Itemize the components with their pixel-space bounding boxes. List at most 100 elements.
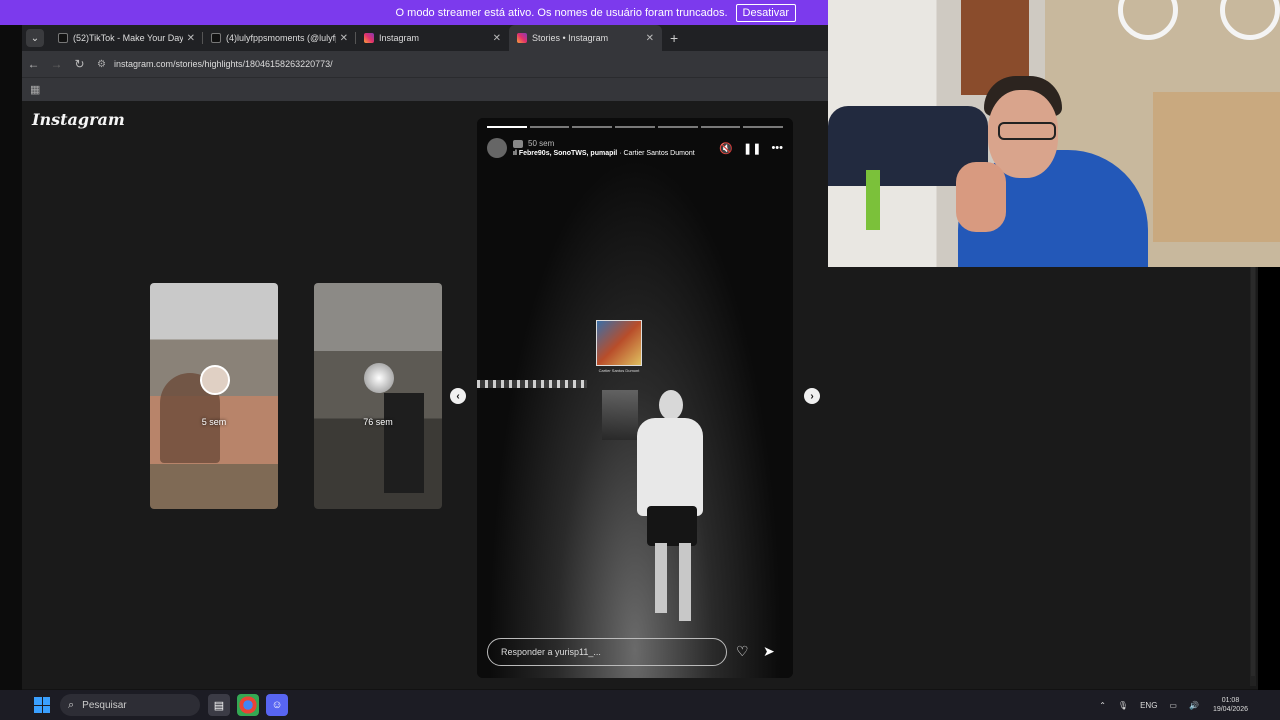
tab-tiktok[interactable]: (52)TikTok - Make Your Day ✕ bbox=[50, 25, 203, 51]
discord-icon[interactable]: ☺ bbox=[266, 694, 288, 716]
streamer-mode-banner: O modo streamer está ativo. Os nomes de … bbox=[0, 0, 828, 25]
reload-icon[interactable]: ↻ bbox=[68, 57, 91, 71]
tab-title: Instagram bbox=[379, 33, 420, 43]
apps-grid-icon[interactable]: ▦ bbox=[30, 83, 40, 96]
share-send-icon[interactable]: ➤ bbox=[763, 643, 775, 660]
tab-title: (52)TikTok - Make Your Day bbox=[73, 33, 183, 43]
tab-tiktok-profile[interactable]: (4)lulyfppsmoments (@lulyfpp... ✕ bbox=[203, 25, 356, 51]
tab-title: (4)lulyfppsmoments (@lulyfpp... bbox=[226, 33, 336, 43]
story-header: 50 sem ıl Febre90s, SonoTWS, pumapil · C… bbox=[487, 135, 783, 161]
music-sticker-caption: Cartier Santos Dumont bbox=[598, 368, 640, 373]
story-progress-segment bbox=[572, 126, 613, 128]
screen-left-border bbox=[0, 25, 22, 690]
next-story-arrow-icon[interactable]: › bbox=[804, 388, 820, 404]
thumbnail-photo-figure bbox=[384, 393, 424, 493]
disable-streamer-mode-button[interactable]: Desativar bbox=[735, 3, 796, 22]
previous-story-arrow-icon[interactable]: ‹ bbox=[450, 388, 466, 404]
screen-right-border bbox=[1258, 267, 1280, 690]
new-tab-icon[interactable]: + bbox=[670, 30, 678, 46]
banner-message: O modo streamer está ativo. Os nomes de … bbox=[395, 6, 728, 19]
page-scrollbar[interactable] bbox=[1250, 266, 1256, 686]
system-tray: ⌃ 🎙 ENG ▭ 🔊 01:08 19/04/2026 bbox=[1087, 696, 1248, 714]
story-progress-segment bbox=[529, 126, 570, 128]
story-person-head bbox=[659, 390, 683, 420]
volume-icon[interactable]: 🔊 bbox=[1189, 701, 1199, 710]
ring-light bbox=[1118, 0, 1178, 40]
search-icon: ⌕ bbox=[68, 698, 75, 711]
reply-input[interactable]: Responder a yurisp11_... bbox=[487, 638, 727, 666]
screen: O modo streamer está ativo. Os nomes de … bbox=[0, 0, 1280, 720]
story-progress-segment bbox=[615, 126, 655, 128]
tiktok-favicon-icon bbox=[58, 33, 68, 43]
streamer-hand bbox=[956, 162, 1006, 232]
truncated-username[interactable] bbox=[513, 139, 523, 148]
story-water-reflection bbox=[602, 390, 638, 440]
story-viewer[interactable]: Cartier Santos Dumont 50 sem ıl Febre90s… bbox=[477, 118, 793, 678]
taskbar-search[interactable]: ⌕ Pesquisar bbox=[60, 694, 200, 716]
story-progress-segment bbox=[700, 126, 741, 128]
clock-date: 19/04/2026 bbox=[1212, 706, 1248, 713]
story-person-leg bbox=[655, 543, 667, 613]
tiktok-favicon-icon bbox=[211, 33, 221, 43]
file-explorer-icon[interactable]: ▤ bbox=[208, 694, 230, 716]
story-thumbnail-previous-1[interactable]: 76 sem bbox=[314, 283, 442, 509]
story-music-title: · Cartier Santos Dumont bbox=[617, 150, 695, 157]
url-bar[interactable]: ⚙ instagram.com/stories/highlights/18046… bbox=[97, 54, 828, 74]
language-indicator[interactable]: ENG bbox=[1140, 701, 1157, 710]
webcam-desk bbox=[1153, 92, 1280, 242]
heart-icon[interactable]: ♡ bbox=[736, 643, 749, 660]
mute-icon[interactable]: 🔇 bbox=[719, 142, 733, 155]
network-icon[interactable]: ▭ bbox=[1169, 701, 1177, 710]
instagram-favicon-icon bbox=[364, 33, 374, 43]
browser-tab-strip: ⌄ (52)TikTok - Make Your Day ✕ (4)lulyfp… bbox=[22, 25, 828, 51]
thumbnail-age-label: 76 sem bbox=[363, 417, 393, 427]
tab-search-dropdown-icon[interactable]: ⌄ bbox=[26, 29, 44, 47]
ring-light bbox=[1220, 0, 1280, 40]
story-meta: 50 sem ıl Febre90s, SonoTWS, pumapil · C… bbox=[513, 139, 709, 157]
story-thumbnail-previous-2[interactable]: 5 sem bbox=[150, 283, 278, 509]
address-toolbar: ← → ↻ ⚙ instagram.com/stories/highlights… bbox=[22, 51, 828, 77]
windows-taskbar: ⌕ Pesquisar ▤ ☺ ⌃ 🎙 ENG ▭ 🔊 01:08 19/04/… bbox=[0, 690, 1280, 720]
story-person-leg bbox=[679, 543, 691, 621]
music-sticker-artwork[interactable] bbox=[596, 320, 642, 366]
tab-title: Stories • Instagram bbox=[532, 33, 609, 43]
bookmarks-bar: ▦ bbox=[22, 77, 828, 101]
thumbnail-disco-ball bbox=[364, 363, 394, 393]
thumbnail-age-label: 5 sem bbox=[201, 417, 227, 427]
clock[interactable]: 01:08 19/04/2026 bbox=[1213, 696, 1248, 714]
story-music-artists: Febre90s, SonoTWS, pumapil bbox=[518, 150, 618, 157]
url-text: instagram.com/stories/highlights/1804615… bbox=[113, 59, 333, 69]
webcam-overlay bbox=[828, 0, 1280, 267]
tab-instagram[interactable]: Instagram ✕ bbox=[356, 25, 509, 51]
tab-stories-instagram[interactable]: Stories • Instagram ✕ bbox=[509, 25, 662, 51]
thumbnail-avatar bbox=[200, 365, 230, 395]
close-tab-icon[interactable]: ✕ bbox=[187, 33, 195, 44]
story-timestamp: 50 sem bbox=[528, 139, 555, 148]
forward-icon[interactable]: → bbox=[45, 57, 68, 71]
back-icon[interactable]: ← bbox=[22, 57, 45, 71]
pause-icon[interactable]: ❚❚ bbox=[743, 142, 761, 155]
scrollbar-thumb[interactable] bbox=[1251, 266, 1255, 676]
more-options-icon[interactable]: ••• bbox=[771, 142, 783, 154]
story-city-lights bbox=[477, 380, 587, 388]
close-tab-icon[interactable]: ✕ bbox=[340, 33, 348, 44]
story-avatar[interactable] bbox=[487, 138, 507, 158]
site-info-icon[interactable]: ⚙ bbox=[97, 59, 106, 70]
windows-start-icon[interactable] bbox=[34, 697, 50, 713]
instagram-logo[interactable]: Instagram bbox=[32, 110, 125, 129]
streamer-glasses bbox=[998, 122, 1056, 140]
story-progress-segment bbox=[487, 126, 527, 128]
story-person-body bbox=[637, 418, 703, 516]
clock-time: 01:08 bbox=[1221, 697, 1240, 704]
webcam-bottle bbox=[866, 170, 880, 230]
close-tab-icon[interactable]: ✕ bbox=[646, 33, 654, 44]
story-progress-bar bbox=[487, 126, 784, 128]
story-person-shorts bbox=[647, 506, 697, 546]
tray-overflow-icon[interactable]: ⌃ bbox=[1099, 701, 1106, 710]
taskbar-search-placeholder: Pesquisar bbox=[82, 699, 127, 711]
chrome-icon[interactable] bbox=[237, 694, 259, 716]
close-tab-icon[interactable]: ✕ bbox=[493, 33, 501, 44]
story-progress-segment bbox=[743, 126, 784, 128]
microphone-icon[interactable]: 🎙 bbox=[1118, 701, 1128, 710]
story-music-info[interactable]: ıl Febre90s, SonoTWS, pumapil · Cartier … bbox=[513, 150, 709, 157]
